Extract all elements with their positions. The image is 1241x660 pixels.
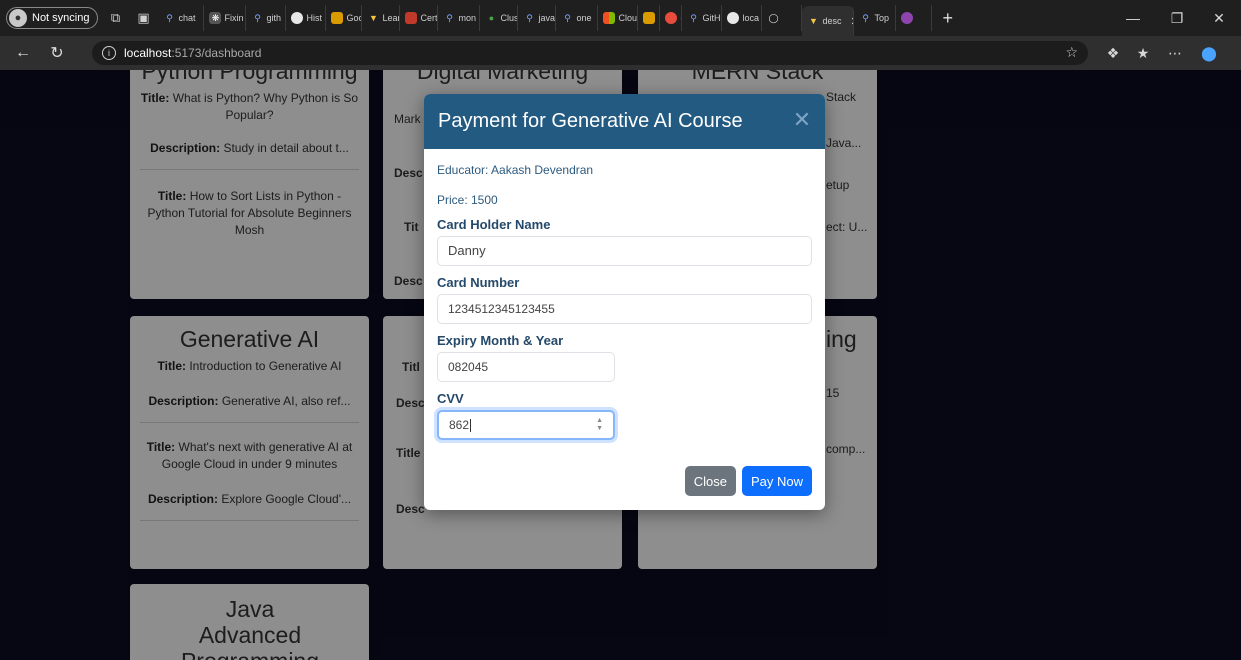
mongodb-icon: ●	[488, 13, 495, 23]
dashboard-page: Python Programming Title: What is Python…	[0, 70, 1241, 660]
certificate-icon	[405, 12, 418, 24]
chrome-icon	[331, 12, 344, 24]
page-icon: ◯	[768, 13, 779, 23]
browser-tab[interactable]	[896, 5, 933, 31]
browser-tab[interactable]: ⚲ Top	[854, 5, 897, 31]
gem-icon: ▼	[809, 16, 818, 26]
browser-tab[interactable]: ⚲ one	[556, 5, 599, 31]
browser-tab-active[interactable]: ▼desc✕	[802, 6, 855, 36]
browser-tab[interactable]: Hist	[286, 5, 327, 31]
cvv-value: 862	[449, 418, 470, 432]
sync-status-label: Not syncing	[32, 12, 90, 24]
payment-modal: Payment for Generative AI Course ✕ Educa…	[424, 94, 825, 510]
browser-tab[interactable]: ⚲ gith	[246, 5, 287, 31]
text-caret	[470, 418, 472, 432]
record-icon	[665, 12, 678, 24]
card-number-input[interactable]: 1234512345123455	[437, 294, 812, 324]
browser-tab[interactable]: ⚲ GitH	[682, 5, 723, 31]
openai-icon: ❋	[209, 12, 222, 24]
modal-title: Payment for Generative AI Course	[438, 110, 743, 132]
educator-text: Educator: Aakash Devendran	[437, 163, 594, 177]
search-icon: ⚲	[166, 13, 173, 23]
back-arrow-icon[interactable]: ←	[8, 38, 38, 68]
pay-now-button[interactable]: Pay Now	[741, 466, 812, 496]
profile-sync-button[interactable]: ● Not syncing	[6, 7, 99, 29]
url-input[interactable]: i localhost:5173/dashboard ☆	[92, 41, 1088, 65]
site-info-icon[interactable]: i	[102, 46, 116, 60]
gem-icon: ▼	[369, 13, 378, 23]
browser-tab[interactable]: Goo	[326, 5, 363, 31]
more-menu-icon[interactable]: ⋯	[1160, 38, 1190, 68]
browser-tab[interactable]: ⚲ java	[518, 5, 557, 31]
browser-tab[interactable]: Cert	[400, 5, 439, 31]
expiry-input[interactable]: 082045	[437, 352, 615, 382]
card-number-label: Card Number	[437, 275, 520, 290]
search-icon: ⚲	[254, 13, 261, 23]
github-icon	[291, 12, 304, 24]
price-text: Price: 1500	[437, 193, 498, 207]
close-icon[interactable]: ✕	[791, 109, 813, 131]
extension-icon	[901, 12, 914, 24]
card-holder-label: Card Holder Name	[437, 217, 551, 232]
cvv-input[interactable]: 862 ▲ ▼	[437, 410, 615, 440]
browser-tab[interactable]: loca	[722, 5, 763, 31]
browser-tab[interactable]: ⚲ chat	[158, 5, 205, 31]
modal-body: Educator: Aakash Devendran Price: 1500 C…	[424, 149, 825, 440]
chrome-icon	[643, 12, 656, 24]
browser-tab[interactable]: ◯	[762, 5, 803, 31]
favorites-icon[interactable]: ★	[1128, 38, 1158, 68]
microsoft-icon	[603, 12, 616, 24]
search-icon: ⚲	[862, 13, 869, 23]
workspaces-icon[interactable]: ⧉	[104, 7, 126, 29]
copilot-icon[interactable]: ⬤	[1194, 38, 1224, 68]
minimize-icon[interactable]: —	[1111, 0, 1155, 36]
new-tab-icon[interactable]: +	[942, 8, 953, 29]
browser-tab[interactable]: ⚲ mon	[438, 5, 481, 31]
profile-avatar-icon: ●	[9, 9, 27, 27]
search-icon: ⚲	[526, 13, 533, 23]
browser-essentials-icon[interactable]: ❖	[1098, 38, 1128, 68]
browser-tab-strip: ● Not syncing ⧉ ▣ ⚲ chat ❋ Fixin ⚲ gith His…	[0, 0, 1241, 36]
browser-tab[interactable]	[638, 5, 661, 31]
refresh-icon[interactable]: ↻	[42, 38, 72, 68]
cvv-label: CVV	[437, 391, 464, 406]
expiry-label: Expiry Month & Year	[437, 333, 564, 348]
window-close-icon[interactable]: ✕	[1197, 0, 1241, 36]
browser-tab[interactable]: gith	[660, 5, 683, 31]
browser-tab[interactable]: ▼ Lear	[362, 5, 401, 31]
modal-header: Payment for Generative AI Course ✕	[424, 94, 825, 149]
search-icon: ⚲	[690, 13, 697, 23]
restore-icon[interactable]: ❐	[1155, 0, 1199, 36]
github-icon	[727, 12, 740, 24]
address-bar-row: ← ↻ i localhost:5173/dashboard ☆	[0, 36, 1241, 70]
favorite-star-icon[interactable]: ☆	[1065, 44, 1078, 61]
close-button[interactable]: Close	[684, 466, 736, 496]
search-icon: ⚲	[564, 13, 571, 23]
tab-actions-icon[interactable]: ▣	[132, 7, 154, 29]
search-icon: ⚲	[446, 13, 453, 23]
browser-tab[interactable]: Clou	[598, 5, 639, 31]
card-holder-input[interactable]: Danny	[437, 236, 812, 266]
url-host: localhost	[124, 46, 172, 60]
number-spinner-icon[interactable]: ▲ ▼	[596, 417, 603, 433]
browser-tab[interactable]: ❋ Fixin	[204, 5, 247, 31]
modal-footer: Close Pay Now	[684, 466, 812, 496]
url-path: :5173/dashboard	[171, 46, 262, 60]
browser-tab[interactable]: ● Clus	[480, 5, 519, 31]
